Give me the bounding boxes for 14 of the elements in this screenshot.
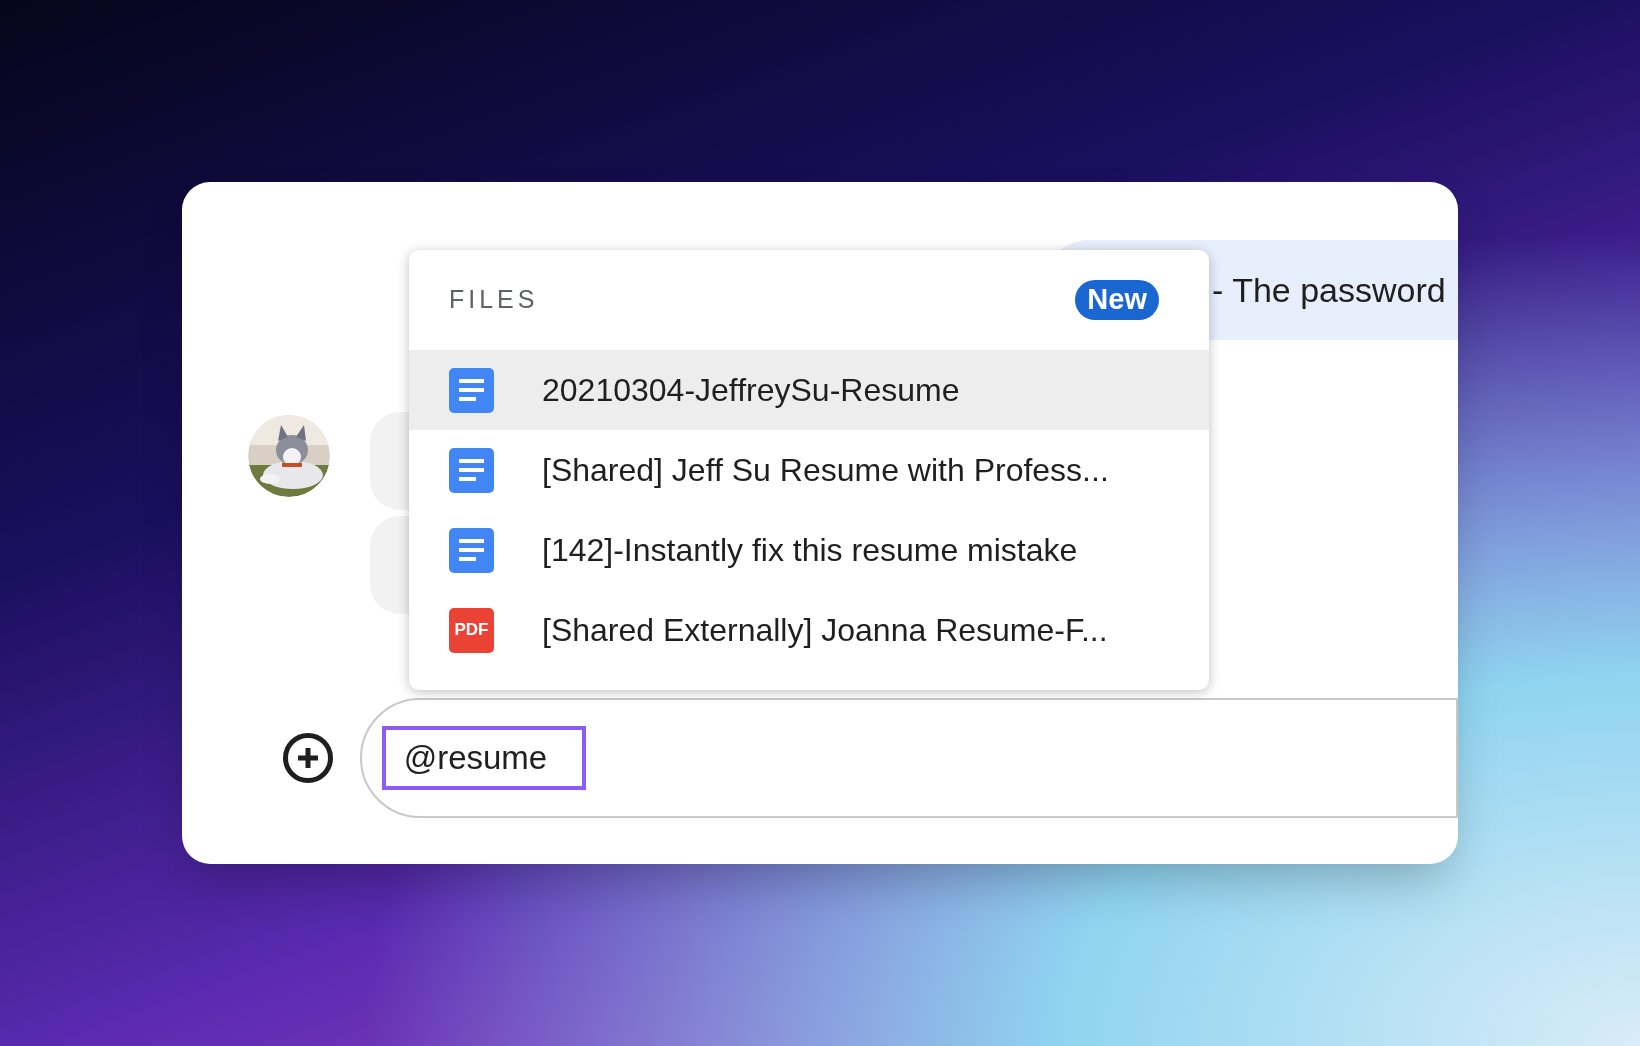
file-item[interactable]: [142]-Instantly fix this resume mistake <box>409 510 1209 590</box>
document-icon <box>449 447 494 493</box>
message-input[interactable]: @resume <box>359 698 1458 818</box>
document-icon <box>449 527 494 573</box>
file-item[interactable]: 20210304-JeffreySu-Resume <box>409 350 1209 430</box>
add-icon[interactable] <box>282 732 334 784</box>
file-item[interactable]: [Shared] Jeff Su Resume with Profess... <box>409 430 1209 510</box>
file-item[interactable]: PDF [Shared Externally] Joanna Resume-F... <box>409 590 1209 670</box>
section-heading: FILES <box>449 284 539 316</box>
message-text: - The password <box>1212 269 1446 311</box>
new-badge: New <box>1075 280 1159 320</box>
document-icon <box>449 367 494 413</box>
mention-text: @resume <box>381 726 586 790</box>
pdf-icon: PDF <box>449 607 494 653</box>
